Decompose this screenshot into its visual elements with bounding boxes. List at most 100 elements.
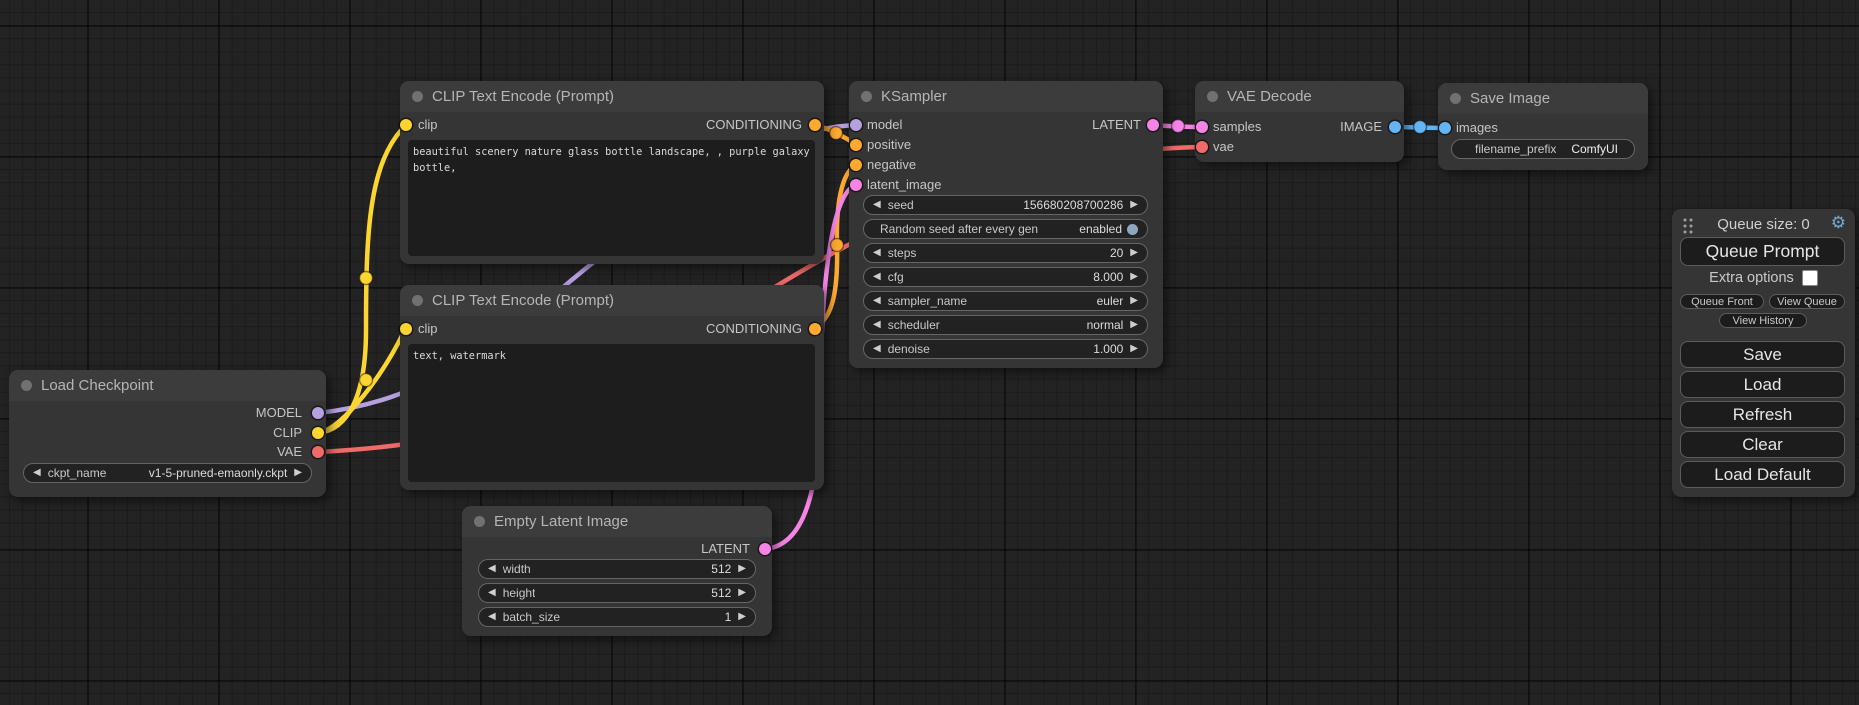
widget-label: batch_size: [503, 610, 560, 624]
node-load-checkpoint[interactable]: Load Checkpoint MODEL CLIP VAE ◀ ckpt_na…: [9, 370, 326, 497]
input-port-negative[interactable]: [850, 159, 862, 171]
decrement-arrow-icon[interactable]: ◀: [873, 344, 881, 354]
collapse-dot-icon[interactable]: [1450, 93, 1461, 104]
queue-front-button[interactable]: Queue Front: [1680, 294, 1764, 309]
node-title-bar[interactable]: Empty Latent Image: [462, 506, 772, 537]
input-port-latent-image[interactable]: [850, 179, 862, 191]
increment-arrow-icon[interactable]: ▶: [1130, 200, 1138, 210]
increment-arrow-icon[interactable]: ▶: [738, 588, 746, 598]
load-button[interactable]: Load: [1680, 371, 1845, 398]
refresh-button[interactable]: Refresh: [1680, 401, 1845, 428]
node-title: CLIP Text Encode (Prompt): [432, 88, 614, 105]
output-port-clip[interactable]: [312, 427, 324, 439]
negative-prompt-textarea[interactable]: text, watermark: [408, 344, 815, 482]
decrement-arrow-icon[interactable]: ◀: [33, 468, 41, 478]
node-save-image[interactable]: Save Image images filename_prefix ComfyU…: [1438, 83, 1648, 170]
output-port-conditioning[interactable]: [809, 119, 821, 131]
collapse-dot-icon[interactable]: [412, 295, 423, 306]
collapse-dot-icon[interactable]: [21, 380, 32, 391]
seed-widget[interactable]: ◀ seed 156680208700286 ▶: [863, 195, 1148, 215]
sampler-name-widget[interactable]: ◀ sampler_name euler ▶: [863, 291, 1148, 311]
node-clip-text-encode-positive[interactable]: CLIP Text Encode (Prompt) clip CONDITION…: [400, 81, 824, 264]
input-label-model: model: [867, 117, 902, 133]
increment-arrow-icon[interactable]: ▶: [1130, 320, 1138, 330]
widget-value: normal: [1087, 318, 1124, 332]
settings-gear-icon[interactable]: ⚙: [1831, 214, 1846, 231]
widget-value: ComfyUI: [1571, 142, 1618, 156]
input-port-model[interactable]: [850, 119, 862, 131]
output-port-image[interactable]: [1389, 121, 1401, 133]
scheduler-widget[interactable]: ◀ scheduler normal ▶: [863, 315, 1148, 335]
node-vae-decode[interactable]: VAE Decode samples vae IMAGE: [1195, 81, 1404, 162]
output-port-conditioning[interactable]: [809, 323, 821, 335]
node-title: KSampler: [881, 88, 947, 105]
decrement-arrow-icon[interactable]: ◀: [873, 200, 881, 210]
node-title-bar[interactable]: CLIP Text Encode (Prompt): [400, 285, 824, 316]
output-port-latent[interactable]: [759, 543, 771, 555]
widget-label: filename_prefix: [1475, 142, 1556, 156]
queue-prompt-button[interactable]: Queue Prompt: [1680, 237, 1845, 266]
collapse-dot-icon[interactable]: [1207, 91, 1218, 102]
collapse-dot-icon[interactable]: [861, 91, 872, 102]
output-label-conditioning: CONDITIONING: [706, 321, 802, 337]
node-title-bar[interactable]: Save Image: [1438, 83, 1648, 114]
input-port-clip[interactable]: [400, 119, 412, 131]
clear-button[interactable]: Clear: [1680, 431, 1845, 458]
decrement-arrow-icon[interactable]: ◀: [873, 272, 881, 282]
denoise-widget[interactable]: ◀ denoise 1.000 ▶: [863, 339, 1148, 359]
node-empty-latent-image[interactable]: Empty Latent Image LATENT ◀ width 512 ▶ …: [462, 506, 772, 636]
increment-arrow-icon[interactable]: ▶: [1130, 344, 1138, 354]
node-title-bar[interactable]: VAE Decode: [1195, 81, 1404, 112]
view-queue-button[interactable]: View Queue: [1769, 294, 1845, 309]
increment-arrow-icon[interactable]: ▶: [1130, 248, 1138, 258]
node-clip-text-encode-negative[interactable]: CLIP Text Encode (Prompt) clip CONDITION…: [400, 285, 824, 490]
input-label-images: images: [1456, 120, 1498, 136]
positive-prompt-textarea[interactable]: beautiful scenery nature glass bottle la…: [408, 140, 815, 256]
view-history-button[interactable]: View History: [1719, 313, 1807, 328]
decrement-arrow-icon[interactable]: ◀: [873, 248, 881, 258]
increment-arrow-icon[interactable]: ▶: [738, 612, 746, 622]
ckpt-name-widget[interactable]: ◀ ckpt_name v1-5-pruned-emaonly.ckpt ▶: [23, 463, 312, 483]
input-port-images[interactable]: [1439, 122, 1451, 134]
increment-arrow-icon[interactable]: ▶: [294, 468, 302, 478]
steps-widget[interactable]: ◀ steps 20 ▶: [863, 243, 1148, 263]
decrement-arrow-icon[interactable]: ◀: [488, 588, 496, 598]
cfg-widget[interactable]: ◀ cfg 8.000 ▶: [863, 267, 1148, 287]
collapse-dot-icon[interactable]: [474, 516, 485, 527]
node-ksampler[interactable]: KSampler model positive negative latent_…: [849, 81, 1163, 368]
load-default-button[interactable]: Load Default: [1680, 461, 1845, 488]
input-label-latent-image: latent_image: [867, 177, 941, 193]
comfyui-canvas[interactable]: Load Checkpoint MODEL CLIP VAE ◀ ckpt_na…: [0, 0, 1859, 705]
height-widget[interactable]: ◀ height 512 ▶: [478, 583, 756, 603]
toggle-knob-icon[interactable]: [1127, 224, 1138, 235]
node-title-bar[interactable]: CLIP Text Encode (Prompt): [400, 81, 824, 112]
widget-label: height: [503, 586, 536, 600]
extra-options-label: Extra options: [1709, 270, 1794, 286]
input-port-clip[interactable]: [400, 323, 412, 335]
increment-arrow-icon[interactable]: ▶: [1130, 272, 1138, 282]
output-port-vae[interactable]: [312, 446, 324, 458]
increment-arrow-icon[interactable]: ▶: [738, 564, 746, 574]
increment-arrow-icon[interactable]: ▶: [1130, 296, 1138, 306]
output-label-latent: LATENT: [1092, 117, 1141, 133]
input-port-positive[interactable]: [850, 139, 862, 151]
node-title-bar[interactable]: KSampler: [849, 81, 1163, 112]
output-label-clip: CLIP: [273, 425, 302, 441]
save-button[interactable]: Save: [1680, 341, 1845, 368]
output-port-model[interactable]: [312, 407, 324, 419]
width-widget[interactable]: ◀ width 512 ▶: [478, 559, 756, 579]
widget-value: 1.000: [1093, 342, 1123, 356]
decrement-arrow-icon[interactable]: ◀: [488, 564, 496, 574]
input-port-vae[interactable]: [1196, 141, 1208, 153]
input-port-samples[interactable]: [1196, 121, 1208, 133]
decrement-arrow-icon[interactable]: ◀: [873, 296, 881, 306]
node-title-bar[interactable]: Load Checkpoint: [9, 370, 326, 401]
decrement-arrow-icon[interactable]: ◀: [488, 612, 496, 622]
extra-options-checkbox[interactable]: [1802, 270, 1818, 286]
filename-prefix-widget[interactable]: filename_prefix ComfyUI: [1451, 139, 1635, 159]
batch-size-widget[interactable]: ◀ batch_size 1 ▶: [478, 607, 756, 627]
decrement-arrow-icon[interactable]: ◀: [873, 320, 881, 330]
collapse-dot-icon[interactable]: [412, 91, 423, 102]
random-seed-toggle-widget[interactable]: Random seed after every gen enabled: [863, 219, 1148, 239]
output-port-latent[interactable]: [1147, 119, 1159, 131]
